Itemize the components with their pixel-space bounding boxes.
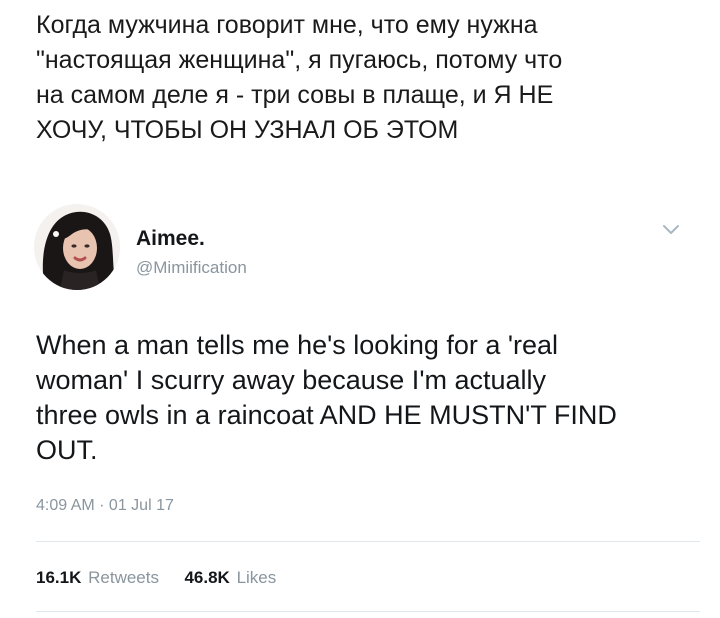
retweets-count: 16.1K [36,568,82,587]
tweet-card: Aimee. @Mimiification When a man tells m… [0,195,720,618]
author-handle[interactable]: @Mimiification [136,258,247,278]
divider [36,541,700,542]
profile-photo-icon [34,204,120,290]
author-name[interactable]: Aimee. [136,227,205,251]
likes-count: 46.8K [184,568,230,587]
likes-label: Likes [236,568,277,587]
meme-caption: Когда мужчина говорит мне, что ему нужна… [36,11,563,144]
divider [36,611,700,612]
tweet-timestamp[interactable]: 4:09 AM · 01 Jul 17 [36,497,174,515]
tweet-text: When a man tells me he's looking for a '… [36,330,617,465]
chevron-down-icon[interactable] [660,223,682,237]
avatar[interactable] [34,204,120,290]
tweet-stats: 16.1K Retweets 46.8K Likes [36,568,276,588]
retweets-stat[interactable]: 16.1K Retweets [36,568,164,587]
retweets-label: Retweets [88,568,159,587]
likes-stat[interactable]: 46.8K Likes [184,568,276,587]
